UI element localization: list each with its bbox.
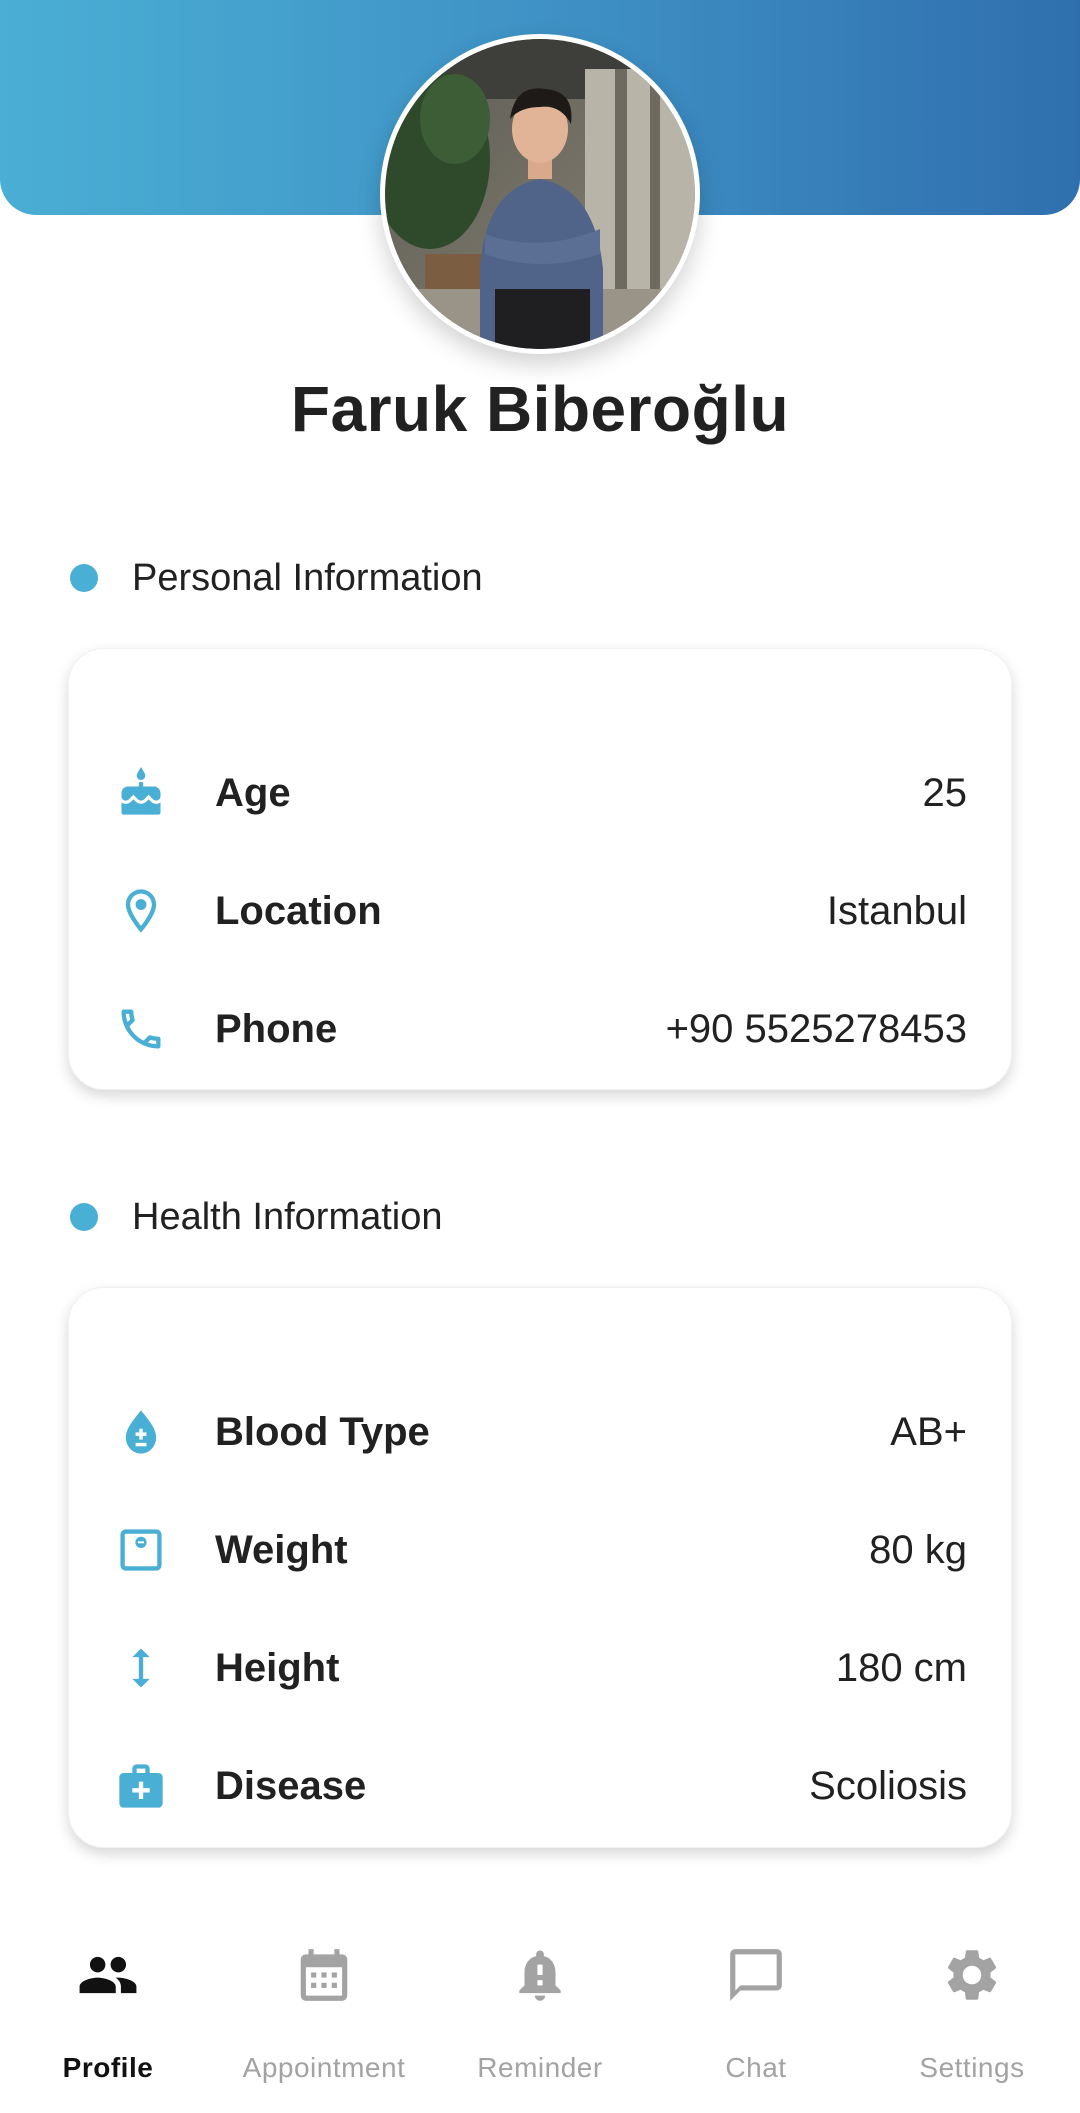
row-value: Scoliosis bbox=[809, 1763, 967, 1808]
row-label: Age bbox=[215, 770, 291, 815]
nav-label: Appointment bbox=[242, 2052, 406, 2083]
row-value[interactable]: +90 5525278453 bbox=[666, 1007, 967, 1052]
row-value: 25 bbox=[922, 770, 968, 815]
profile-photo bbox=[385, 39, 695, 349]
info-row-blood-type: Blood Type AB+ bbox=[69, 1392, 1013, 1472]
chat-bubble-icon bbox=[648, 1940, 864, 2010]
row-value: 180 cm bbox=[835, 1645, 967, 1690]
nav-label: Profile bbox=[62, 2052, 154, 2083]
info-row-disease: Disease Scoliosis bbox=[69, 1746, 1013, 1826]
info-row-phone: Phone +90 5525278453 bbox=[69, 989, 1013, 1069]
avatar[interactable] bbox=[380, 34, 700, 354]
people-icon bbox=[0, 1940, 216, 2010]
medical-kit-icon bbox=[113, 1758, 169, 1814]
bottom-navigation: Profile Appointment Reminder Chat Settin… bbox=[0, 1910, 1080, 2113]
nav-label: Settings bbox=[919, 2052, 1025, 2083]
row-label: Height bbox=[215, 1645, 340, 1690]
user-name: Faruk Biberoğlu bbox=[290, 373, 790, 445]
info-row-height: Height 180 cm bbox=[69, 1628, 1013, 1708]
info-row-weight: Weight 80 kg bbox=[69, 1510, 1013, 1590]
nav-item-reminder[interactable]: Reminder bbox=[432, 1910, 648, 2113]
row-value: 80 kg bbox=[869, 1527, 967, 1572]
section-bullet bbox=[70, 1203, 98, 1231]
phone-icon bbox=[113, 1001, 169, 1057]
cake-icon bbox=[113, 765, 169, 821]
blood-drop-icon bbox=[113, 1404, 169, 1460]
height-arrows-icon bbox=[113, 1640, 169, 1696]
row-label: Location bbox=[215, 888, 382, 933]
row-value: Istanbul bbox=[826, 888, 967, 933]
row-label: Phone bbox=[215, 1006, 338, 1051]
location-pin-icon bbox=[113, 883, 169, 939]
nav-item-settings[interactable]: Settings bbox=[864, 1910, 1080, 2113]
personal-info-heading: Personal Information bbox=[70, 553, 483, 603]
info-row-location: Location Istanbul bbox=[69, 871, 1013, 951]
row-label: Weight bbox=[215, 1527, 348, 1572]
scale-icon bbox=[113, 1522, 169, 1578]
nav-item-chat[interactable]: Chat bbox=[648, 1910, 864, 2113]
row-label: Disease bbox=[215, 1763, 367, 1808]
nav-item-profile[interactable]: Profile bbox=[0, 1910, 216, 2113]
calendar-icon bbox=[216, 1940, 432, 2010]
nav-label: Reminder bbox=[477, 2052, 603, 2083]
nav-item-appointment[interactable]: Appointment bbox=[216, 1910, 432, 2113]
profile-screen: Faruk Biberoğlu Personal Information Age… bbox=[0, 0, 1080, 2113]
gear-icon bbox=[864, 1940, 1080, 2010]
nav-label: Chat bbox=[725, 2052, 787, 2083]
health-info-heading: Health Information bbox=[70, 1192, 443, 1242]
row-label: Blood Type bbox=[215, 1409, 430, 1454]
row-value: AB+ bbox=[890, 1409, 967, 1454]
section-title: Health Information bbox=[132, 1195, 443, 1238]
bell-alert-icon bbox=[432, 1940, 648, 2010]
info-row-age: Age 25 bbox=[69, 753, 1013, 833]
section-bullet bbox=[70, 564, 98, 592]
personal-info-card: Age 25 Location Istanbul Phone +90 55252… bbox=[68, 648, 1012, 1090]
section-title: Personal Information bbox=[132, 556, 483, 599]
health-info-card: Blood Type AB+ Weight 80 kg Height 180 c… bbox=[68, 1287, 1012, 1848]
